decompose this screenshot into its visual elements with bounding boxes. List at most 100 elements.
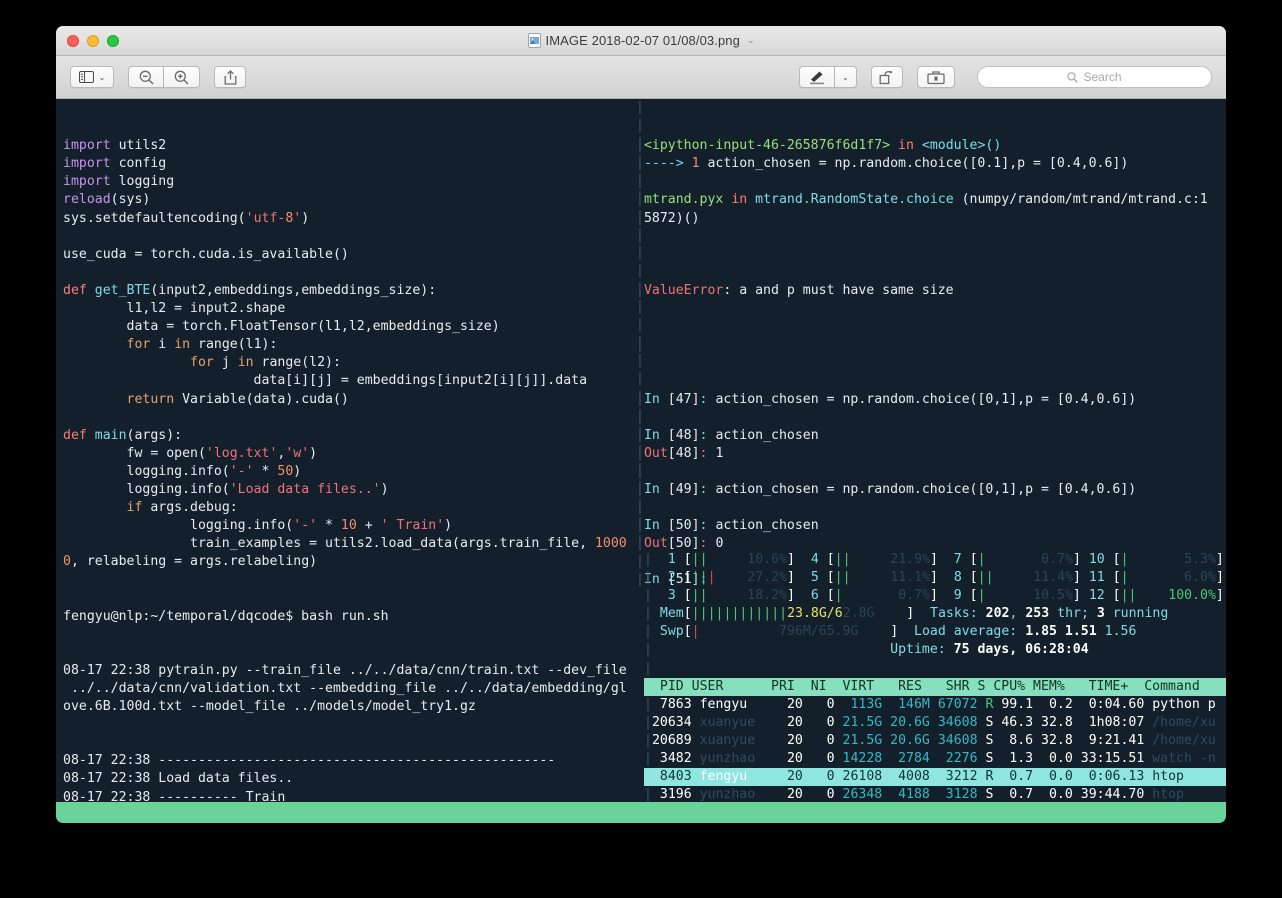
terminal-line: use_cuda = torch.cuda.is_available() [63,246,349,262]
table-row[interactable]: | 3482 yunzhao 20 0 14228 2784 2276 S 1.… [644,750,1226,768]
document-icon [527,33,541,48]
toolbox-button[interactable] [917,66,955,88]
terminal-line: 08-17 22:38 Load data files.. [63,771,294,787]
terminal-line: data[i][j] = embeddings[input2[i][j]].da… [63,373,588,389]
preview-window: IMAGE 2018-02-07 01/08/03.png ⌄ ⌄ ⌄ Sear… [56,26,1226,823]
terminal-line: |Out[48]: 1 [636,445,724,461]
terminal-line: 0, relabeling = args.relabeling) [63,554,318,570]
markup-chevron-down-icon: ⌄ [842,72,849,82]
htop-swap-row: | Swp[| 796M/65.9G ] Load average: 1.85 … [644,624,1137,640]
terminal-line: l1,l2 = input2.shape [63,301,286,317]
terminal-line: logging.info('Load data files..') [63,481,389,497]
terminal-line: train_examples = utils2.load_data(args.t… [63,536,627,552]
terminal-line: logging.info('-' * 50) [63,463,302,479]
zoom-in-button[interactable] [164,66,200,88]
right-terminal-pane: |<ipython-input-46-265876f6d1f7> in <mod… [636,101,1226,626]
terminal-line: import config [63,156,167,172]
blank-line: | [636,337,644,353]
terminal-line: ove.6B.100d.txt --model_file ../models/m… [63,699,476,715]
terminal-line: |In [49]: action_chosen = np.random.choi… [636,481,1137,497]
tmux-status-bar: [0] 0:ssh* "fengyu@nlp: ~" 22:38 17-Aug-… [56,802,1226,823]
terminal-line: reload(sys) [63,192,151,208]
terminal-line: logging.info('-' * 10 + ' Train') [63,518,453,534]
terminal-line: 08-17 22:38 ----------------------------… [63,753,556,769]
ipython-traceback-block: |<ipython-input-46-265876f6d1f7> in <mod… [636,137,1226,246]
markup-options-button[interactable]: ⌄ [835,66,857,88]
terminal-line: | [636,500,644,516]
share-button[interactable] [214,66,246,88]
terminal-line: | [636,463,644,479]
terminal-line: |mtrand.pyx in mtrand.RandomState.choice… [636,192,1208,208]
window-title-group: IMAGE 2018-02-07 01/08/03.png ⌄ [56,26,1226,55]
terminal-line: if args.debug: [126,500,238,516]
terminal-line: for i in range(l1): [126,337,278,353]
htop-cpu-row: | 3 [|| 18.2%] 6 [| 0.7%] 9 [| 10.5%] 12… [644,588,1224,604]
rotate-button[interactable] [871,66,903,88]
maximize-button[interactable] [107,34,119,47]
window-title: IMAGE 2018-02-07 01/08/03.png [545,33,740,48]
terminal-line: |5872)() [636,210,700,226]
htop-table-header: PID USER PRI NI VIRT RES SHR S CPU% MEM%… [644,677,1226,696]
htop-cpu-row: | 2 [||| 27.2%] 5 [|| 11.1%] 8 [|| 11.4%… [644,570,1224,586]
zoom-out-button[interactable] [128,66,164,88]
htop-panel: | 1 [|| 10.6%] 4 [|| 21.9%] 7 [| 0.7%] 1… [644,551,1226,823]
table-row[interactable]: 8403 fengyu 20 0 26108 4008 3212 R 0.7 0… [644,768,1226,787]
table-row[interactable]: | 7863 fengyu 20 0 113G 146M 67072 R 99.… [644,696,1226,714]
htop-uptime-row: | Uptime: 75 days, 06:28:04 [644,642,1089,658]
zoom-in-icon [174,70,189,85]
terminal-line: |<ipython-input-46-265876f6d1f7> in <mod… [636,138,1002,154]
terminal-line: return Variable(data).cuda() [126,391,349,407]
window-titlebar[interactable]: IMAGE 2018-02-07 01/08/03.png ⌄ [56,26,1226,56]
htop-memory-meters: | Mem[||||||||||||23.8G/62.8G ] Tasks: 2… [644,605,1226,659]
title-chevron-down-icon[interactable]: ⌄ [747,35,755,46]
terminal-line: | [636,228,644,244]
close-button[interactable] [67,34,79,47]
window-controls [56,34,119,47]
left-terminal-pane: import utils2 import config import logging… [63,101,638,823]
terminal-line: |----> 1 action_chosen = np.random.choic… [636,156,1129,172]
zoom-out-icon [139,70,154,85]
sidebar-chevron-down-icon[interactable]: ⌄ [99,73,106,82]
htop-spacer: | [644,660,652,676]
terminal-line: import logging [63,174,175,190]
command-output-block: 08-17 22:38 pytrain.py --train_file ../.… [63,662,638,716]
terminal-line: ../../data/cnn/validation.txt --embeddin… [63,681,627,696]
htop-cpu-row: | 1 [|| 10.6%] 4 [|| 21.9%] 7 [| 0.7%] 1… [644,552,1224,567]
terminal-line: data = torch.FloatTensor(l1,l2,embedding… [63,319,500,335]
magnifier-icon [1067,71,1079,83]
terminal-line: def get_BTE(input2,embeddings,embeddings… [63,282,437,298]
terminal-line: import utils2 [63,138,167,154]
screenshot-root: IMAGE 2018-02-07 01/08/03.png ⌄ ⌄ ⌄ Sear… [0,0,1282,898]
sidebar-icon [78,71,94,83]
share-icon [224,69,236,85]
preview-toolbar: ⌄ ⌄ Search [56,56,1226,99]
sidebar-button[interactable]: ⌄ [70,66,114,88]
terminal-line: |In [50]: action_chosen [636,518,819,534]
shell-prompt-line: fengyu@nlp:~/temporal/dqcode$ bash run.s… [63,608,389,624]
rotate-icon [879,69,893,84]
markup-button[interactable] [799,66,835,88]
terminal-line: sys.setdefaultencoding('utf-8') [63,210,310,226]
terminal-screenshot-content: import utils2 import config import logging… [56,99,1226,823]
toolbox-icon [927,70,945,84]
terminal-line: | [636,409,644,425]
table-row[interactable]: |20634 xuanyue 20 0 21.5G 20.6G 34608 S … [644,714,1226,732]
terminal-line: 08-17 22:38 pytrain.py --train_file ../.… [63,662,627,678]
source-code-block: import utils2 import config import logging… [63,137,638,571]
terminal-line: |In [48]: action_chosen [636,427,819,443]
search-input[interactable]: Search [977,66,1212,88]
zoom-button-group [128,66,200,88]
terminal-line: def main(args): [63,427,183,443]
htop-mem-row: | Mem[||||||||||||23.8G/62.8G ] Tasks: 2… [644,606,1169,622]
htop-cpu-meters: | 1 [|| 10.6%] 4 [|| 21.9%] 7 [| 0.7%] 1… [644,551,1226,605]
terminal-line: | [636,174,644,190]
search-placeholder: Search [1083,70,1122,84]
minimize-button[interactable] [87,34,99,47]
terminal-line: fw = open('log.txt','w') [63,445,318,461]
table-row[interactable]: |20689 xuanyue 20 0 21.5G 20.6G 34608 S … [644,732,1226,750]
markup-pen-icon [809,71,824,84]
error-line: |ValueError: a and p must have same size [636,282,954,298]
